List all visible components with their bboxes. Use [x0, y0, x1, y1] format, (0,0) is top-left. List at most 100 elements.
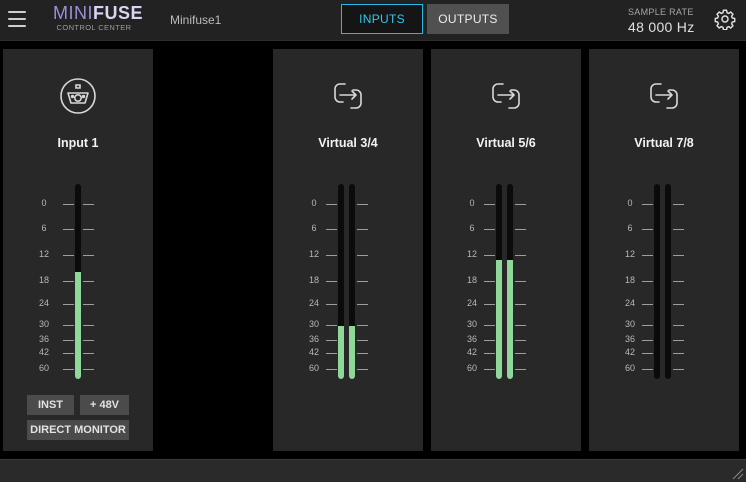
meter-scale-label: 60 [308, 363, 319, 373]
level-meter [75, 184, 81, 379]
level-meter [654, 184, 660, 379]
meter-tick-mark [357, 304, 368, 305]
meter-tick-mark [83, 229, 94, 230]
meter-scale-label: 12 [38, 249, 49, 259]
meter-tick-mark [642, 353, 653, 354]
meter-tick-mark [673, 353, 684, 354]
meter-scale-label: 0 [627, 198, 633, 208]
meter-tick-mark [484, 325, 495, 326]
sample-rate-label: SAMPLE RATE [628, 7, 694, 17]
meter-scale-label: 6 [627, 223, 633, 233]
meter-scale-label: 24 [624, 298, 635, 308]
meter-tick-mark [326, 229, 337, 230]
meter-scale-label: 0 [469, 198, 475, 208]
meter-scale-label: 30 [38, 319, 49, 329]
sample-rate-value[interactable]: 48 000 Hz [628, 19, 695, 35]
logo-fuse-text: FUSE [93, 3, 144, 23]
hamburger-menu-icon[interactable] [8, 11, 26, 27]
channel-strip-virtual-5-6: Virtual 5/6 0 6 12 18 24 30 36 42 60 [431, 49, 581, 451]
meter-tick-mark [484, 229, 495, 230]
meter-tick-mark [642, 304, 653, 305]
meter-tick-mark [673, 204, 684, 205]
meter-tick-mark [326, 204, 337, 205]
meter-tick-mark [63, 229, 74, 230]
meter-scale-label: 42 [466, 347, 477, 357]
meter-scale-label: 6 [469, 223, 475, 233]
meter-scale-label: 42 [38, 347, 49, 357]
meter-scale-label: 60 [624, 363, 635, 373]
meter-tick-mark [515, 204, 526, 205]
meter-tick-mark [673, 340, 684, 341]
meter-tick-mark [326, 353, 337, 354]
meter-scale-label: 30 [466, 319, 477, 329]
meter-tick-mark [673, 325, 684, 326]
meter-scale-label: 24 [38, 298, 49, 308]
meter-scale-label: 0 [311, 198, 317, 208]
bottom-bar [0, 459, 746, 482]
meter-tick-mark [63, 369, 74, 370]
resize-grip-icon[interactable] [730, 466, 744, 480]
direct-monitor-button[interactable]: DIRECT MONITOR [27, 420, 129, 440]
meter-tick-mark [63, 204, 74, 205]
meter-tick-mark [642, 281, 653, 282]
gear-icon[interactable] [714, 8, 736, 30]
meter-scale-label: 12 [624, 249, 635, 259]
level-meter-fill [75, 272, 81, 379]
meter-tick-mark [63, 281, 74, 282]
meter-scale-label: 18 [38, 275, 49, 285]
meter-scale-label: 36 [38, 334, 49, 344]
level-meter-fill [349, 326, 355, 379]
meter-tick-mark [673, 255, 684, 256]
meter-tick-mark [484, 353, 495, 354]
level-meter-fill [507, 260, 513, 379]
meter-tick-mark [642, 204, 653, 205]
meter-tick-mark [357, 340, 368, 341]
meter-tick-mark [326, 340, 337, 341]
phantom-48v-button[interactable]: + 48V [80, 395, 129, 415]
meter-tick-mark [326, 255, 337, 256]
meter-tick-mark [83, 304, 94, 305]
level-meter-fill [496, 260, 502, 379]
meter-tick-mark [326, 369, 337, 370]
meter-tick-mark [83, 204, 94, 205]
logo-subtitle: CONTROL CENTER [56, 23, 132, 32]
meter-tick-mark [83, 369, 94, 370]
meter-tick-mark [484, 304, 495, 305]
meter-scale: 0 6 12 18 24 30 36 42 60 [3, 49, 153, 451]
meter-scale-label: 6 [311, 223, 317, 233]
inst-button[interactable]: INST [27, 395, 74, 415]
meter-tick-mark [83, 325, 94, 326]
meter-tick-mark [484, 255, 495, 256]
meter-tick-mark [83, 353, 94, 354]
tab-outputs[interactable]: OUTPUTS [427, 4, 509, 34]
meter-scale-label: 24 [308, 298, 319, 308]
meter-tick-mark [642, 340, 653, 341]
logo-mini-text: MINI [53, 3, 93, 23]
meter-scale-label: 6 [41, 223, 47, 233]
meter-tick-mark [515, 281, 526, 282]
meter-tick-mark [515, 353, 526, 354]
meter-tick-mark [357, 255, 368, 256]
level-meter [507, 184, 513, 379]
app-logo: MINIFUSE CONTROL CENTER [53, 3, 143, 32]
meter-scale-label: 18 [308, 275, 319, 285]
meter-tick-mark [515, 229, 526, 230]
meter-scale-label: 42 [624, 347, 635, 357]
meter-tick-mark [515, 255, 526, 256]
meter-tick-mark [326, 281, 337, 282]
meter-scale: 0 6 12 18 24 30 36 42 60 [431, 49, 581, 451]
meter-tick-mark [357, 204, 368, 205]
level-meter [496, 184, 502, 379]
meter-tick-mark [63, 340, 74, 341]
meter-tick-mark [83, 255, 94, 256]
meter-tick-mark [63, 304, 74, 305]
channel-strip-input-1: Input 1 0 6 12 18 24 30 36 42 60 INST + 48V DIRE… [3, 49, 153, 451]
tab-inputs[interactable]: INPUTS [341, 4, 423, 34]
meter-tick-mark [515, 304, 526, 305]
meter-scale-label: 24 [466, 298, 477, 308]
meter-tick-mark [515, 340, 526, 341]
meter-tick-mark [63, 255, 74, 256]
meter-scale-label: 18 [466, 275, 477, 285]
level-meter-fill [338, 326, 344, 379]
meter-tick-mark [63, 353, 74, 354]
